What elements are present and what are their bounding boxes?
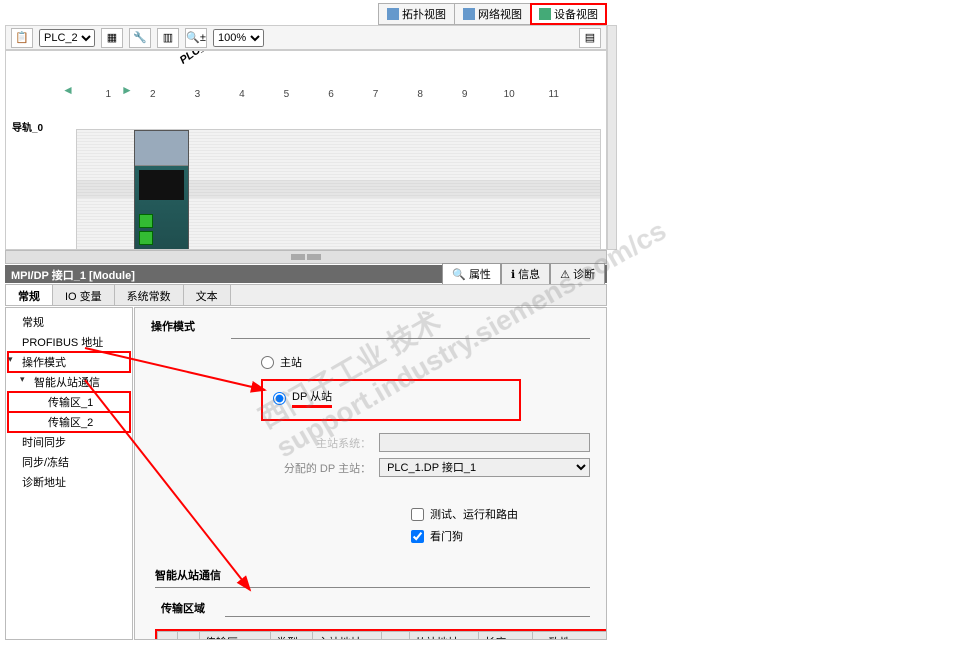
- mt-iovars[interactable]: IO 变量: [53, 285, 115, 305]
- ptab-diag[interactable]: ⚠诊断: [550, 263, 605, 285]
- port-2[interactable]: [139, 231, 153, 245]
- chk-test-route[interactable]: [411, 508, 424, 521]
- chk-watchdog[interactable]: [411, 530, 424, 543]
- assigned-master-label: 分配的 DP 主站：: [261, 460, 371, 476]
- arrow-right-icon: ►: [121, 83, 133, 97]
- col-len[interactable]: 长度: [479, 632, 532, 641]
- horizontal-splitter[interactable]: [5, 250, 607, 264]
- col-type[interactable]: 类型: [271, 632, 313, 641]
- radio-master-label: 主站: [280, 354, 302, 370]
- tab-device[interactable]: 设备视图: [531, 4, 606, 24]
- master-system-label: 主站系统：: [261, 435, 371, 451]
- transfer-table-highlight: … 传输区 类型 主站地址 ↔ 从站地址 长度 一致性 1 传输区_1 MS Q…: [155, 629, 607, 640]
- device-select[interactable]: PLC_2: [39, 29, 95, 47]
- port-1[interactable]: [139, 214, 153, 228]
- assigned-master-select[interactable]: PLC_1.DP 接口_1: [379, 458, 590, 477]
- tab-network-label: 网络视图: [478, 6, 522, 22]
- device-icon: [539, 8, 551, 20]
- topology-icon: [387, 8, 399, 20]
- transfer-area-title: 传输区域: [161, 600, 590, 616]
- plc-module[interactable]: [134, 130, 189, 250]
- rail-label: 导轨_0: [12, 119, 43, 134]
- radio-dpslave[interactable]: [273, 392, 286, 405]
- nav-opmode[interactable]: 操作模式: [8, 352, 130, 372]
- col-area[interactable]: 传输区: [200, 632, 271, 641]
- nav-timesync[interactable]: 时间同步: [8, 432, 130, 452]
- nav-diagaddr[interactable]: 诊断地址: [8, 472, 130, 492]
- col-slave[interactable]: 从站地址: [409, 632, 478, 641]
- device-list-icon[interactable]: 📋: [11, 28, 33, 48]
- ptab-properties[interactable]: 🔍属性: [442, 263, 501, 285]
- transfer-table[interactable]: … 传输区 类型 主站地址 ↔ 从站地址 长度 一致性 1 传输区_1 MS Q…: [157, 631, 607, 640]
- dpslave-highlight: DP 从站: [261, 379, 521, 421]
- nav-txarea1[interactable]: 传输区_1: [8, 392, 130, 412]
- chk-test-route-label: 测试、运行和路由: [430, 506, 518, 522]
- ptab-info[interactable]: ℹ信息: [501, 263, 550, 285]
- device-rail[interactable]: [76, 129, 601, 250]
- nav-syncfreeze[interactable]: 同步/冻结: [8, 452, 130, 472]
- network-icon: [463, 8, 475, 20]
- nav-general[interactable]: 常规: [8, 312, 130, 332]
- mt-general[interactable]: 常规: [6, 285, 53, 305]
- col-consist[interactable]: 一致性: [532, 632, 607, 641]
- section-islave-title: 智能从站通信: [155, 567, 590, 583]
- device-toolbar: 📋 PLC_2 ▦ 🔧 ▥ 🔍± 100% ▤: [5, 25, 607, 50]
- show-address-icon[interactable]: ▦: [101, 28, 123, 48]
- col-dir[interactable]: ↔: [382, 632, 410, 641]
- grid-icon[interactable]: ▥: [157, 28, 179, 48]
- nav-islave[interactable]: 智能从站通信: [8, 372, 130, 392]
- hw-catalog-handle[interactable]: [607, 25, 617, 250]
- master-system-field: [379, 433, 590, 452]
- view-tabs: 拓扑视图 网络视图 设备视图: [378, 3, 607, 25]
- mt-text[interactable]: 文本: [184, 285, 231, 305]
- property-content: 操作模式 主站 DP 从站 主站系统： 分配的 DP 主站： PLC_1.DP 接…: [134, 307, 607, 640]
- property-tabs: 常规 IO 变量 系统常数 文本: [5, 284, 607, 306]
- tab-device-label: 设备视图: [554, 6, 598, 22]
- zoom-icon[interactable]: 🔍±: [185, 28, 207, 48]
- col-master[interactable]: 主站地址: [312, 632, 381, 641]
- toggle-labels-icon[interactable]: 🔧: [129, 28, 151, 48]
- tab-network[interactable]: 网络视图: [455, 4, 531, 24]
- radio-master[interactable]: [261, 356, 274, 369]
- slot-scale: 1 2 3 4 5 6 7 8 9 10 11: [86, 89, 576, 100]
- arrow-left-icon: ◄: [62, 83, 74, 97]
- device-label: PLC_2: [178, 50, 213, 67]
- inspector-tabs: 🔍属性 ℹ信息 ⚠诊断: [442, 263, 605, 285]
- section-opmode-title: 操作模式: [151, 318, 590, 334]
- radio-dpslave-label: DP 从站: [292, 388, 332, 408]
- mt-sysconst[interactable]: 系统常数: [115, 285, 184, 305]
- property-navtree: 常规 PROFIBUS 地址 操作模式 智能从站通信 传输区_1 传输区_2 时…: [5, 307, 133, 640]
- chk-watchdog-label: 看门狗: [430, 528, 463, 544]
- tab-topology[interactable]: 拓扑视图: [379, 4, 455, 24]
- tab-topology-label: 拓扑视图: [402, 6, 446, 22]
- nav-profibus[interactable]: PROFIBUS 地址: [8, 332, 130, 352]
- zoom-select[interactable]: 100%: [213, 29, 264, 47]
- palette-icon[interactable]: ▤: [579, 28, 601, 48]
- nav-txarea2[interactable]: 传输区_2: [8, 412, 130, 432]
- device-canvas[interactable]: PLC_2 ◄ ► 1 2 3 4 5 6 7 8 9 10 11 导轨_0: [5, 50, 607, 250]
